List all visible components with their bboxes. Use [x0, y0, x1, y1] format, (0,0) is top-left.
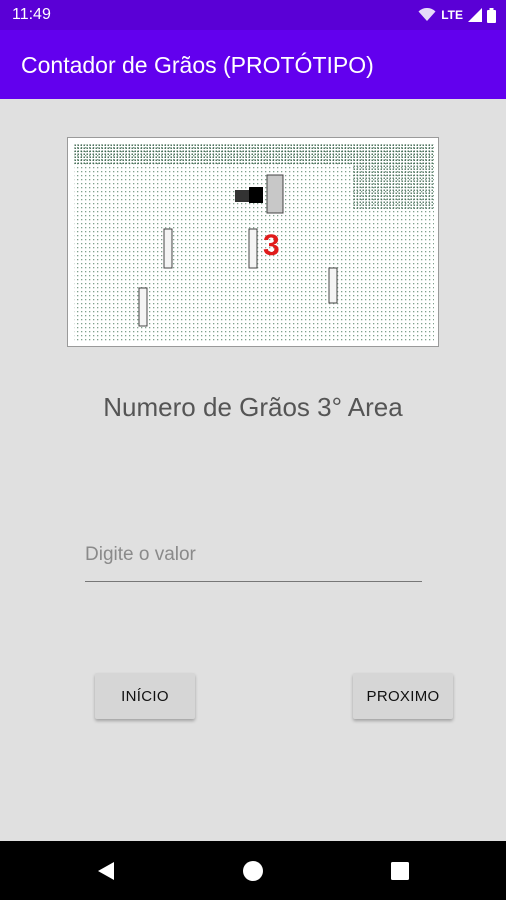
- grain-area-illustration: 3: [67, 137, 439, 347]
- inicio-button[interactable]: INÍCIO: [95, 673, 195, 719]
- battery-icon: [487, 7, 496, 23]
- navigation-bar: [0, 841, 506, 900]
- back-icon[interactable]: [94, 859, 118, 883]
- status-icons: LTE: [418, 5, 496, 25]
- grain-area-diagram: 3: [74, 144, 434, 342]
- app-title: Contador de Grãos (PROTÓTIPO): [21, 52, 374, 78]
- status-bar: 11:49 LTE: [0, 0, 506, 30]
- wifi-icon: [418, 8, 436, 21]
- app-bar: Contador de Grãos (PROTÓTIPO): [0, 30, 506, 99]
- area-number-marker: 3: [263, 229, 280, 262]
- recents-icon[interactable]: [388, 859, 412, 883]
- home-icon[interactable]: [241, 859, 265, 883]
- status-time: 11:49: [12, 6, 51, 23]
- proximo-button[interactable]: PROXIMO: [353, 673, 453, 719]
- page-heading: Numero de Grãos 3° Area: [103, 392, 403, 422]
- signal-icon: [468, 8, 482, 22]
- network-label: LTE: [441, 8, 463, 22]
- grain-count-input[interactable]: [85, 528, 422, 582]
